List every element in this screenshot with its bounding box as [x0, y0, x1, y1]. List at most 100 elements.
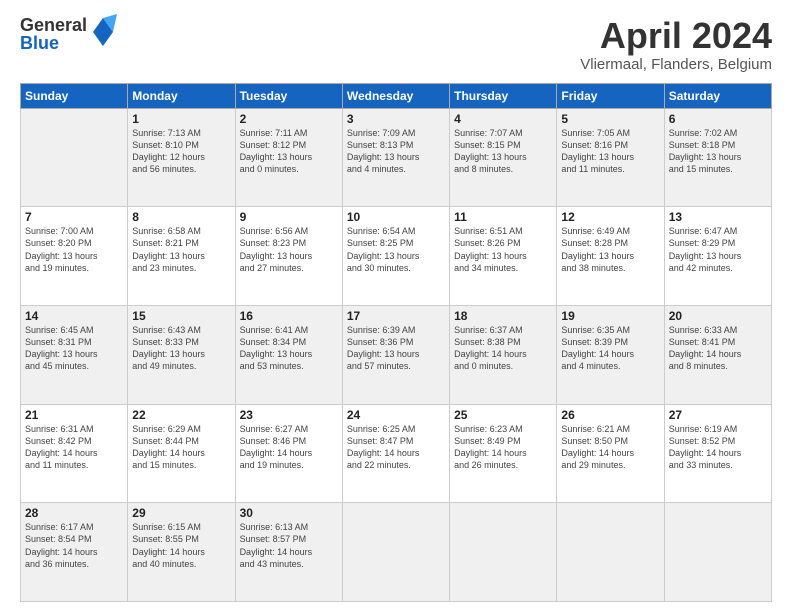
day-info: Sunrise: 6:37 AMSunset: 8:38 PMDaylight:… [454, 324, 552, 373]
table-row: 13Sunrise: 6:47 AMSunset: 8:29 PMDayligh… [664, 207, 771, 306]
day-number: 5 [561, 112, 659, 126]
calendar-week-row: 21Sunrise: 6:31 AMSunset: 8:42 PMDayligh… [21, 404, 772, 503]
table-row: 30Sunrise: 6:13 AMSunset: 8:57 PMDayligh… [235, 503, 342, 602]
day-number: 4 [454, 112, 552, 126]
day-info: Sunrise: 6:29 AMSunset: 8:44 PMDaylight:… [132, 423, 230, 472]
table-row: 28Sunrise: 6:17 AMSunset: 8:54 PMDayligh… [21, 503, 128, 602]
day-number: 9 [240, 210, 338, 224]
table-row: 4Sunrise: 7:07 AMSunset: 8:15 PMDaylight… [450, 108, 557, 207]
calendar-week-row: 14Sunrise: 6:45 AMSunset: 8:31 PMDayligh… [21, 305, 772, 404]
day-number: 21 [25, 408, 123, 422]
day-info: Sunrise: 7:05 AMSunset: 8:16 PMDaylight:… [561, 127, 659, 176]
col-friday: Friday [557, 83, 664, 108]
table-row: 3Sunrise: 7:09 AMSunset: 8:13 PMDaylight… [342, 108, 449, 207]
col-sunday: Sunday [21, 83, 128, 108]
table-row: 23Sunrise: 6:27 AMSunset: 8:46 PMDayligh… [235, 404, 342, 503]
day-info: Sunrise: 7:00 AMSunset: 8:20 PMDaylight:… [25, 225, 123, 274]
day-info: Sunrise: 6:54 AMSunset: 8:25 PMDaylight:… [347, 225, 445, 274]
table-row: 12Sunrise: 6:49 AMSunset: 8:28 PMDayligh… [557, 207, 664, 306]
day-number: 1 [132, 112, 230, 126]
table-row: 15Sunrise: 6:43 AMSunset: 8:33 PMDayligh… [128, 305, 235, 404]
table-row: 8Sunrise: 6:58 AMSunset: 8:21 PMDaylight… [128, 207, 235, 306]
calendar-table: Sunday Monday Tuesday Wednesday Thursday… [20, 83, 772, 602]
table-row: 29Sunrise: 6:15 AMSunset: 8:55 PMDayligh… [128, 503, 235, 602]
day-number: 3 [347, 112, 445, 126]
day-info: Sunrise: 6:19 AMSunset: 8:52 PMDaylight:… [669, 423, 767, 472]
table-row: 26Sunrise: 6:21 AMSunset: 8:50 PMDayligh… [557, 404, 664, 503]
day-number: 2 [240, 112, 338, 126]
table-row: 6Sunrise: 7:02 AMSunset: 8:18 PMDaylight… [664, 108, 771, 207]
day-number: 29 [132, 506, 230, 520]
table-row: 7Sunrise: 7:00 AMSunset: 8:20 PMDaylight… [21, 207, 128, 306]
calendar-week-row: 7Sunrise: 7:00 AMSunset: 8:20 PMDaylight… [21, 207, 772, 306]
day-number: 19 [561, 309, 659, 323]
day-info: Sunrise: 6:21 AMSunset: 8:50 PMDaylight:… [561, 423, 659, 472]
day-number: 28 [25, 506, 123, 520]
table-row: 16Sunrise: 6:41 AMSunset: 8:34 PMDayligh… [235, 305, 342, 404]
logo-general: General [20, 16, 87, 34]
day-number: 27 [669, 408, 767, 422]
day-number: 16 [240, 309, 338, 323]
table-row: 18Sunrise: 6:37 AMSunset: 8:38 PMDayligh… [450, 305, 557, 404]
day-info: Sunrise: 6:56 AMSunset: 8:23 PMDaylight:… [240, 225, 338, 274]
day-info: Sunrise: 7:09 AMSunset: 8:13 PMDaylight:… [347, 127, 445, 176]
table-row: 10Sunrise: 6:54 AMSunset: 8:25 PMDayligh… [342, 207, 449, 306]
table-row: 5Sunrise: 7:05 AMSunset: 8:16 PMDaylight… [557, 108, 664, 207]
day-info: Sunrise: 6:58 AMSunset: 8:21 PMDaylight:… [132, 225, 230, 274]
day-number: 6 [669, 112, 767, 126]
day-info: Sunrise: 6:45 AMSunset: 8:31 PMDaylight:… [25, 324, 123, 373]
day-number: 10 [347, 210, 445, 224]
day-number: 26 [561, 408, 659, 422]
day-info: Sunrise: 6:25 AMSunset: 8:47 PMDaylight:… [347, 423, 445, 472]
day-info: Sunrise: 6:15 AMSunset: 8:55 PMDaylight:… [132, 521, 230, 570]
title-location: Vliermaal, Flanders, Belgium [580, 56, 772, 73]
day-number: 22 [132, 408, 230, 422]
day-info: Sunrise: 6:27 AMSunset: 8:46 PMDaylight:… [240, 423, 338, 472]
day-info: Sunrise: 6:33 AMSunset: 8:41 PMDaylight:… [669, 324, 767, 373]
day-number: 24 [347, 408, 445, 422]
day-number: 20 [669, 309, 767, 323]
col-wednesday: Wednesday [342, 83, 449, 108]
col-saturday: Saturday [664, 83, 771, 108]
table-row: 1Sunrise: 7:13 AMSunset: 8:10 PMDaylight… [128, 108, 235, 207]
table-row: 2Sunrise: 7:11 AMSunset: 8:12 PMDaylight… [235, 108, 342, 207]
table-row: 19Sunrise: 6:35 AMSunset: 8:39 PMDayligh… [557, 305, 664, 404]
day-number: 11 [454, 210, 552, 224]
day-number: 23 [240, 408, 338, 422]
table-row [557, 503, 664, 602]
day-number: 7 [25, 210, 123, 224]
day-number: 25 [454, 408, 552, 422]
table-row: 27Sunrise: 6:19 AMSunset: 8:52 PMDayligh… [664, 404, 771, 503]
logo-icon [89, 14, 117, 50]
day-info: Sunrise: 6:41 AMSunset: 8:34 PMDaylight:… [240, 324, 338, 373]
day-info: Sunrise: 7:02 AMSunset: 8:18 PMDaylight:… [669, 127, 767, 176]
day-info: Sunrise: 6:23 AMSunset: 8:49 PMDaylight:… [454, 423, 552, 472]
day-info: Sunrise: 6:43 AMSunset: 8:33 PMDaylight:… [132, 324, 230, 373]
day-info: Sunrise: 7:11 AMSunset: 8:12 PMDaylight:… [240, 127, 338, 176]
title-month: April 2024 [580, 16, 772, 56]
table-row [664, 503, 771, 602]
day-info: Sunrise: 6:31 AMSunset: 8:42 PMDaylight:… [25, 423, 123, 472]
table-row: 24Sunrise: 6:25 AMSunset: 8:47 PMDayligh… [342, 404, 449, 503]
day-number: 12 [561, 210, 659, 224]
day-number: 17 [347, 309, 445, 323]
day-number: 15 [132, 309, 230, 323]
table-row: 20Sunrise: 6:33 AMSunset: 8:41 PMDayligh… [664, 305, 771, 404]
day-info: Sunrise: 6:13 AMSunset: 8:57 PMDaylight:… [240, 521, 338, 570]
logo: General Blue [20, 16, 117, 52]
table-row: 21Sunrise: 6:31 AMSunset: 8:42 PMDayligh… [21, 404, 128, 503]
day-info: Sunrise: 7:13 AMSunset: 8:10 PMDaylight:… [132, 127, 230, 176]
day-info: Sunrise: 6:39 AMSunset: 8:36 PMDaylight:… [347, 324, 445, 373]
day-info: Sunrise: 6:51 AMSunset: 8:26 PMDaylight:… [454, 225, 552, 274]
table-row: 25Sunrise: 6:23 AMSunset: 8:49 PMDayligh… [450, 404, 557, 503]
table-row: 14Sunrise: 6:45 AMSunset: 8:31 PMDayligh… [21, 305, 128, 404]
calendar-week-row: 28Sunrise: 6:17 AMSunset: 8:54 PMDayligh… [21, 503, 772, 602]
day-number: 8 [132, 210, 230, 224]
day-info: Sunrise: 6:35 AMSunset: 8:39 PMDaylight:… [561, 324, 659, 373]
logo-blue: Blue [20, 34, 87, 52]
table-row [21, 108, 128, 207]
col-tuesday: Tuesday [235, 83, 342, 108]
page: General Blue April 2024 Vliermaal, Fland… [0, 0, 792, 612]
day-number: 30 [240, 506, 338, 520]
col-monday: Monday [128, 83, 235, 108]
